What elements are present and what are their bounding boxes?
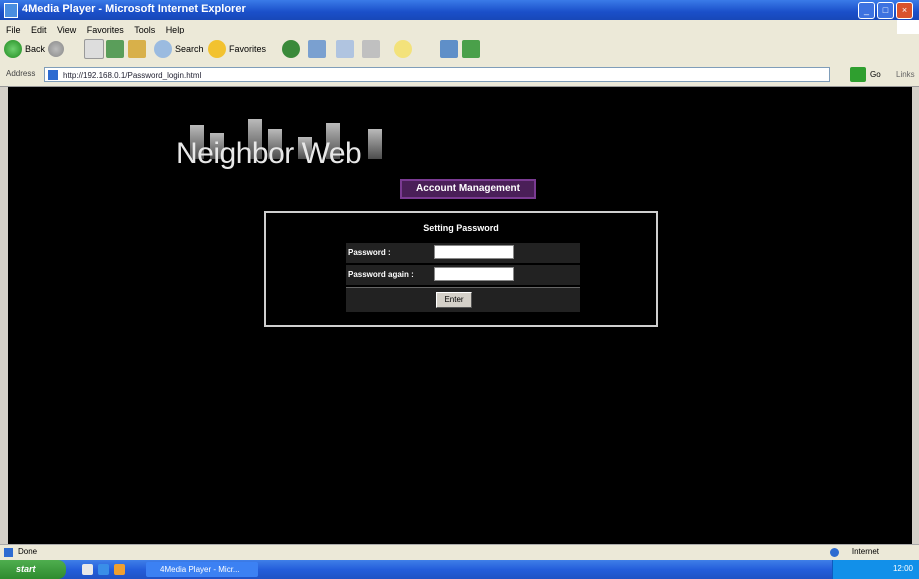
page-done-icon: [4, 548, 13, 557]
stop-icon: [84, 39, 104, 59]
page-icon: [48, 70, 58, 80]
address-input[interactable]: http://192.168.0.1/Password_login.html: [44, 67, 830, 82]
site-logo: Neighbor Web: [176, 115, 396, 175]
form-row: Enter: [346, 287, 580, 312]
close-button[interactable]: ×: [896, 2, 913, 19]
mail-button[interactable]: [336, 38, 357, 60]
minimize-button[interactable]: _: [858, 2, 875, 19]
messenger-button[interactable]: [394, 38, 415, 60]
print-icon: [362, 40, 380, 58]
form-row: Password again :: [346, 265, 580, 287]
stop-button[interactable]: [84, 38, 107, 60]
password-again-label: Password again :: [348, 270, 414, 279]
history-icon: [308, 40, 326, 58]
clock: 12:00: [892, 564, 913, 573]
quick-launch-icon[interactable]: [114, 564, 125, 575]
system-tray: 12:00: [832, 560, 919, 579]
status-text: Done: [18, 547, 38, 556]
window-controls: _ □ ×: [858, 2, 913, 19]
logo-bar: [368, 129, 382, 159]
go-arrow-icon[interactable]: [850, 67, 866, 82]
home-icon: [128, 40, 146, 58]
ie-icon: [4, 3, 18, 18]
account-management-button[interactable]: Account Management: [400, 179, 536, 199]
history-button[interactable]: [308, 38, 329, 60]
star-icon: [208, 40, 226, 58]
toolbar: Back Search Favorites: [0, 34, 919, 65]
password-input[interactable]: [434, 245, 514, 259]
back-label: Back: [25, 44, 46, 54]
address-label: Address: [6, 69, 36, 78]
maximize-button[interactable]: □: [877, 2, 894, 19]
setting-password-panel: Setting Password Password : Password aga…: [264, 211, 658, 327]
go-button[interactable]: Go: [870, 70, 881, 79]
research-icon: [440, 40, 458, 58]
search-label: Search: [175, 44, 204, 54]
security-zone: Internet: [851, 547, 879, 556]
media-button[interactable]: [282, 38, 303, 60]
refresh-icon: [106, 40, 124, 58]
status-bar: Done Internet: [0, 544, 919, 560]
favorites-button[interactable]: Favorites: [208, 38, 266, 60]
search-icon: [154, 40, 172, 58]
refresh-button[interactable]: [106, 38, 127, 60]
start-button[interactable]: start: [0, 560, 66, 579]
enter-button[interactable]: Enter: [436, 292, 472, 308]
address-url: http://192.168.0.1/Password_login.html: [63, 71, 202, 80]
taskbar: start 4Media Player - Micr... 12:00: [0, 560, 919, 579]
windows-logo-icon: [897, 20, 919, 34]
messenger-icon: [394, 40, 412, 58]
back-button[interactable]: Back: [4, 38, 45, 60]
discuss-icon: [462, 40, 480, 58]
search-button[interactable]: Search: [154, 38, 204, 60]
window-titlebar: 4Media Player - Microsoft Internet Explo…: [0, 0, 919, 20]
forward-button[interactable]: [48, 38, 67, 60]
page-border-left: [0, 87, 8, 544]
links-button[interactable]: Links: [896, 70, 915, 79]
mail-icon: [336, 40, 354, 58]
research-button[interactable]: [440, 38, 461, 60]
panel-title: Setting Password: [423, 223, 499, 233]
print-button[interactable]: [362, 38, 383, 60]
password-form: Password : Password again : Enter: [346, 243, 580, 312]
forward-arrow-icon: [48, 41, 64, 57]
back-arrow-icon: [4, 40, 22, 58]
menu-bar: File Edit View Favorites Tools Help: [0, 20, 919, 35]
discuss-button[interactable]: [462, 38, 483, 60]
home-button[interactable]: [128, 38, 149, 60]
vertical-scrollbar[interactable]: [912, 87, 919, 544]
taskbar-window-item[interactable]: 4Media Player - Micr...: [146, 562, 258, 577]
logo-text: Neighbor Web: [176, 137, 362, 170]
password-label: Password :: [348, 248, 391, 257]
page-content: Neighbor Web Account Management Setting …: [8, 87, 912, 544]
address-bar: Address http://192.168.0.1/Password_logi…: [0, 64, 919, 87]
window-title: 4Media Player - Microsoft Internet Explo…: [22, 3, 246, 15]
quick-launch-icon[interactable]: [82, 564, 93, 575]
form-row: Password :: [346, 243, 580, 265]
quick-launch-icon[interactable]: [98, 564, 109, 575]
internet-zone-icon: [830, 548, 839, 557]
favorites-label: Favorites: [229, 44, 267, 54]
password-again-input[interactable]: [434, 267, 514, 281]
media-icon: [282, 40, 300, 58]
